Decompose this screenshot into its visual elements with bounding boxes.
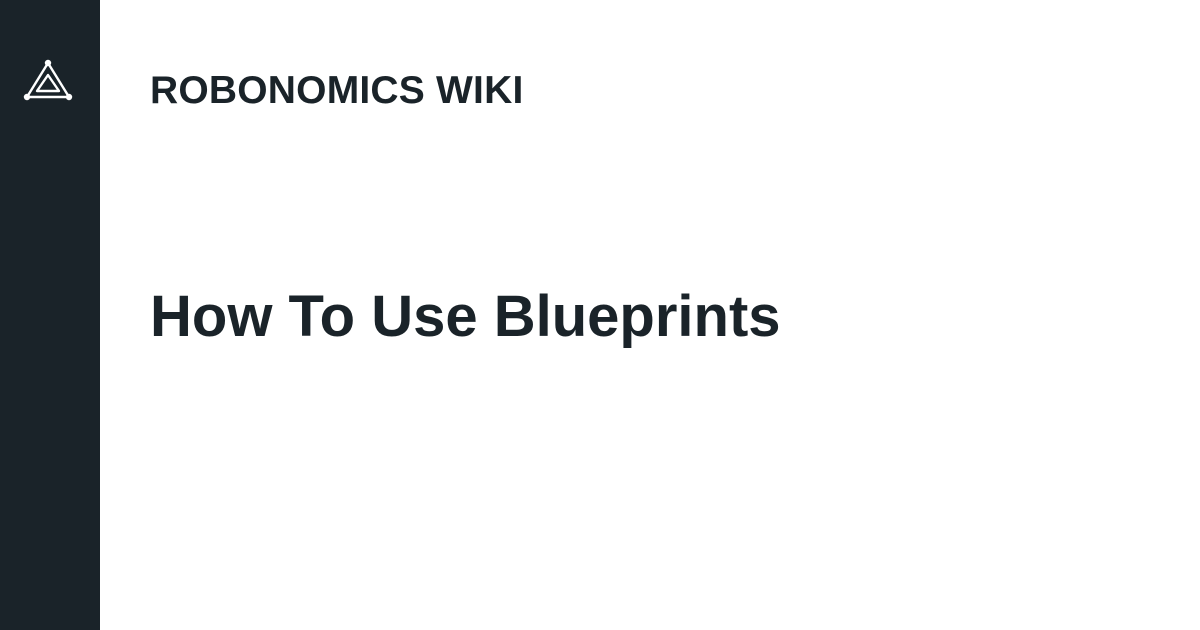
triangle-network-icon <box>23 59 73 101</box>
sidebar <box>0 0 100 630</box>
page-title: How To Use Blueprints <box>150 284 781 349</box>
site-title: ROBONOMICS WIKI <box>150 69 524 112</box>
